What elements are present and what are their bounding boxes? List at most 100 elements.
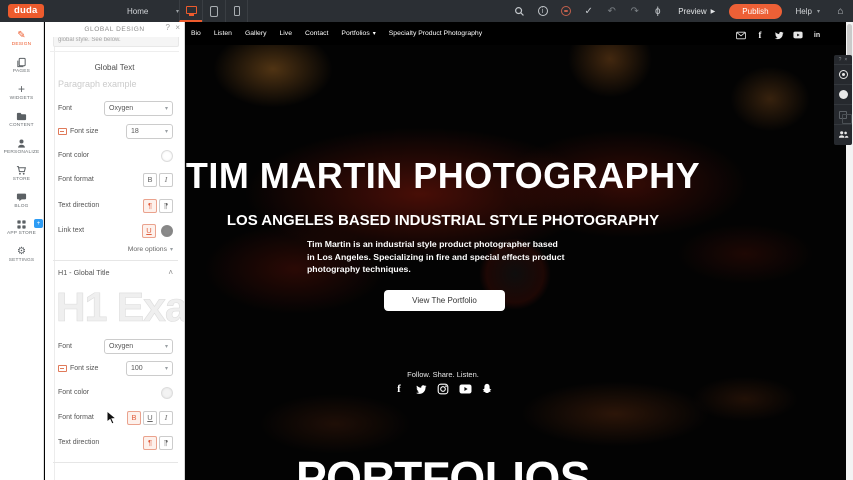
topbar-actions: i ✓ ↶ ↷ ɸ Preview ▶ Publish Help ▾ ⌂ [513,0,847,22]
facebook-icon[interactable]: f [755,30,765,40]
mobile-view-button[interactable] [225,0,248,22]
chat-button[interactable] [834,84,852,104]
sidebar-item-app-store[interactable]: APP STORE + [0,214,43,241]
dashboard-home-icon[interactable]: ⌂ [834,4,847,18]
desktop-view-button[interactable] [179,0,202,22]
sidebar-item-widgets[interactable]: + WIDGETS [0,79,43,106]
h1-font-family-select[interactable]: Oxygen ▾ [104,339,173,354]
record-button[interactable] [834,64,852,84]
sidebar-item-content[interactable]: CONTENT [0,106,43,133]
collaborators-button[interactable] [834,124,852,144]
hero-subtitle[interactable]: LOS ANGELES BASED INDUSTRIAL STYLE PHOTO… [185,212,701,229]
twitter-icon[interactable] [415,382,428,396]
collaboration-toolbar: ? × [834,55,852,145]
panel-help-button[interactable]: ? [166,23,170,32]
nav-link-contact[interactable]: Contact [305,30,328,37]
page-selector-dropdown[interactable]: Home ▾ [125,0,181,22]
follow-text[interactable]: Follow. Share. Listen. [185,370,701,379]
font-family-select[interactable]: Oxygen ▾ [104,101,173,116]
sidebar-item-settings[interactable]: ⚙ SETTINGS [0,241,43,268]
youtube-icon[interactable] [793,30,803,40]
feedback-icon[interactable] [559,4,572,18]
chevron-down-icon: ▾ [165,128,168,135]
font-color-swatch[interactable] [161,150,173,162]
nav-link-live[interactable]: Live [280,30,292,37]
snapchat-icon[interactable] [481,382,494,396]
plus-icon: + [18,84,25,95]
panel-scroll-track[interactable] [54,37,55,480]
h1-font-color-row: Font color [58,384,173,401]
dev-mode-icon[interactable]: ɸ [651,4,664,18]
search-icon[interactable] [513,4,526,18]
link-underline-button[interactable]: U [142,224,156,238]
instagram-icon[interactable] [437,382,450,396]
font-size-select[interactable]: 18 ▾ [126,124,173,139]
youtube-icon[interactable] [459,382,472,396]
h1-example-preview[interactable]: H1 Exa [56,284,184,331]
text-direction-label: Text direction [58,202,99,209]
sidebar-item-design[interactable]: ✎ DESIGN [0,25,43,52]
sidebar-item-blog[interactable]: BLOG [0,187,43,214]
twitter-icon[interactable] [774,30,784,40]
view-portfolio-button[interactable]: View The Portfolio [384,290,505,311]
h1-direction-ltr-button[interactable]: ¶ [143,436,157,450]
sidebar-label: STORE [13,177,30,182]
undo-icon[interactable]: ↶ [605,4,618,18]
nav-link-gallery[interactable]: Gallery [245,30,267,37]
site-canvas[interactable]: Bio Listen Gallery Live Contact Portfoli… [185,22,853,480]
chevron-down-icon: ▾ [165,365,168,372]
help-dropdown[interactable]: Help ▾ [792,7,824,16]
nav-link-listen[interactable]: Listen [214,30,232,37]
mobile-icon [234,6,240,16]
preview-label: Preview [678,7,706,16]
font-row: Font Oxygen ▾ [58,100,173,117]
duda-logo[interactable]: duda [8,4,44,18]
link-color-swatch[interactable] [161,225,173,237]
h1-underline-button[interactable]: U [143,411,157,425]
app-store-badge: + [34,219,43,228]
h1-font-size-select[interactable]: 100 ▾ [126,361,173,376]
sidebar-item-pages[interactable]: PAGES [0,52,43,79]
layers-button[interactable] [834,104,852,124]
panel-close-button[interactable]: × [175,23,180,32]
nav-link-bio[interactable]: Bio [191,30,201,37]
font-family-value: Oxygen [109,343,133,350]
redo-icon[interactable]: ↷ [628,4,641,18]
font-size-row: Font size 18 ▾ [58,123,173,140]
email-icon[interactable] [736,30,746,40]
h1-font-color-swatch[interactable] [161,387,173,399]
tablet-view-button[interactable] [202,0,225,22]
toolbar-close-button[interactable]: × [844,57,847,63]
done-check-icon[interactable]: ✓ [582,4,595,18]
direction-ltr-button[interactable]: ¶ [143,199,157,213]
nav-link-portfolios[interactable]: Portfolios ▾ [341,30,375,37]
play-icon: ▶ [711,8,716,15]
preview-button[interactable]: Preview ▶ [674,7,719,16]
publish-button[interactable]: Publish [729,4,781,19]
portfolios-section-title[interactable]: PORTFOLIOS [185,451,701,480]
h1-text-direction-row: Text direction ¶ ¶ [58,434,173,451]
hero-paragraph[interactable]: Tim Martin is an industrial style produc… [307,238,567,276]
toolbar-help-button[interactable]: ? [839,57,842,63]
sidebar-item-store[interactable]: STORE [0,160,43,187]
scrolled-info-card: global style. See below. [53,37,179,47]
h1-direction-rtl-button[interactable]: ¶ [159,436,173,450]
h1-section-header[interactable]: H1 - Global Title ˄ [58,268,173,277]
italic-button[interactable]: I [159,173,173,187]
editor-sidebar: ✎ DESIGN PAGES + WIDGETS CONTENT PERSONA… [0,22,44,480]
facebook-icon[interactable]: f [393,382,406,396]
direction-rtl-button[interactable]: ¶ [159,199,173,213]
h1-bold-button[interactable]: B [127,411,141,425]
mouse-cursor [106,410,118,426]
nav-link-specialty[interactable]: Specialty Product Photography [389,30,482,37]
bold-button[interactable]: B [143,173,157,187]
paragraph-example-preview[interactable]: Paragraph example [58,79,137,89]
hero-title[interactable]: TIM MARTIN PHOTOGRAPHY [185,155,701,197]
pages-icon [16,57,27,68]
sidebar-item-personalize[interactable]: PERSONALIZE [0,133,43,160]
font-size-icon [58,128,67,135]
linkedin-icon[interactable]: in [812,30,822,40]
more-options-link[interactable]: More options ▾ [128,246,173,253]
h1-italic-button[interactable]: I [159,411,173,425]
info-icon[interactable]: i [536,4,549,18]
